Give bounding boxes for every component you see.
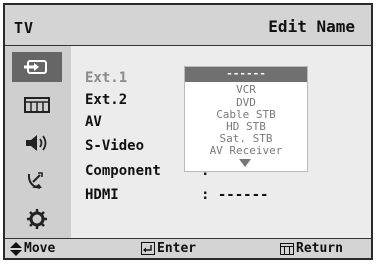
sidebar	[5, 46, 71, 238]
page-title: Edit Name	[268, 17, 355, 36]
dropdown-option[interactable]: AV Receiver	[185, 144, 307, 157]
enter-icon	[141, 242, 155, 255]
sidebar-item-setup[interactable]	[12, 204, 62, 234]
menu-row-hdmi[interactable]: HDMI	[85, 187, 119, 203]
sidebar-item-sound[interactable]	[12, 128, 62, 158]
menu-content: Ext.1 Ext.2 AV S-Video Component : -----…	[71, 46, 371, 238]
footer-move-label: Move	[24, 241, 56, 256]
setup-icon	[27, 209, 47, 229]
picture-icon	[24, 97, 50, 113]
dropdown-option[interactable]: VCR	[185, 83, 307, 96]
dropdown-selected-option[interactable]: ------	[185, 67, 307, 82]
title-bar: TV Edit Name	[5, 5, 371, 45]
footer-bar: Move Enter Return	[5, 239, 371, 258]
input-icon	[24, 60, 47, 74]
footer-move: Move	[10, 241, 55, 256]
menu-row-av[interactable]: AV	[85, 114, 102, 130]
footer-return-label: Return	[296, 241, 343, 256]
return-icon	[280, 242, 294, 255]
scroll-down-icon[interactable]	[239, 159, 251, 167]
menu-row-component[interactable]: Component	[85, 163, 161, 179]
sidebar-item-picture[interactable]	[12, 90, 62, 120]
sidebar-item-channel[interactable]	[12, 166, 62, 196]
footer-enter: Enter	[141, 241, 196, 256]
source-label: TV	[14, 19, 35, 37]
footer-enter-label: Enter	[157, 241, 197, 256]
name-dropdown[interactable]: ------ VCR DVD Cable STB HD STB Sat. STB…	[184, 66, 308, 172]
menu-value-hdmi: : ------	[201, 187, 269, 203]
tv-menu-frame: TV Edit Name Ext.1 Ext.2 AV S-Video Comp…	[3, 3, 373, 260]
sound-icon	[26, 135, 47, 151]
channel-icon	[27, 172, 43, 189]
menu-row-svideo[interactable]: S-Video	[85, 138, 144, 154]
up-down-arrow-icon	[10, 241, 22, 256]
menu-row-ext2[interactable]: Ext.2	[85, 92, 127, 108]
menu-row-ext1[interactable]: Ext.1	[85, 70, 127, 86]
sidebar-item-input[interactable]	[12, 52, 62, 82]
footer-return: Return	[280, 241, 343, 256]
